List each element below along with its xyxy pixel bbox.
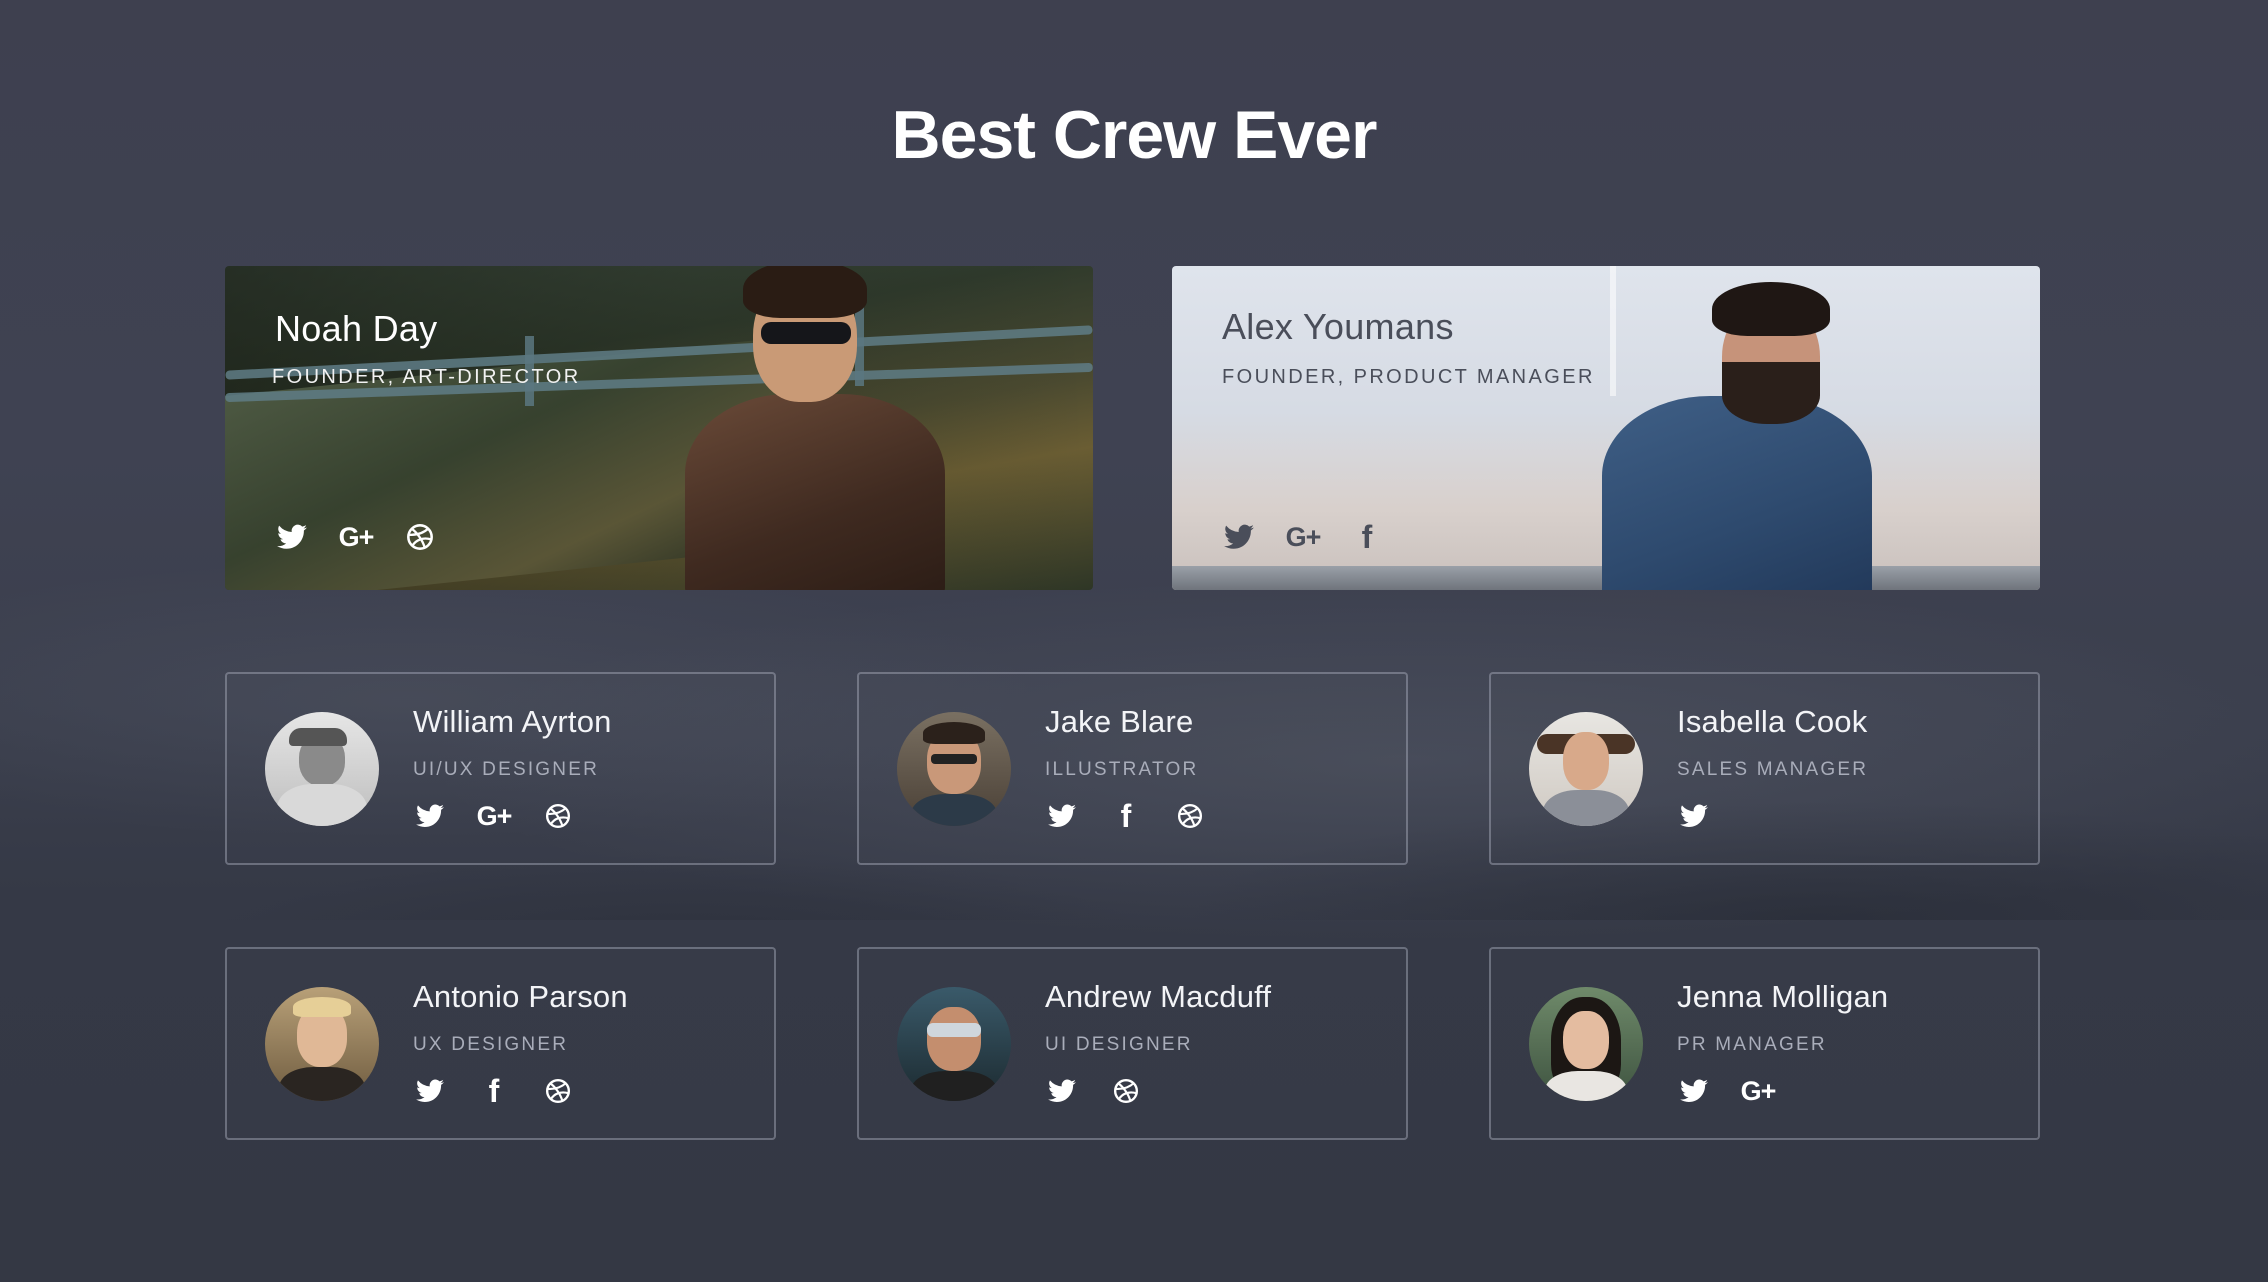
member-role: SALES MANAGER xyxy=(1677,759,1869,780)
member-name: Jake Blare xyxy=(1045,704,1194,739)
google-plus-icon[interactable]: G+ xyxy=(339,520,375,554)
member-role: UX DESIGNER xyxy=(413,1034,569,1055)
member-name: Isabella Cook xyxy=(1677,704,1868,739)
avatar xyxy=(1529,712,1643,826)
social-links xyxy=(1045,1074,1143,1108)
page-title: Best Crew Ever xyxy=(891,97,1378,173)
dribbble-icon[interactable] xyxy=(541,799,575,833)
social-links: G+ f xyxy=(1222,520,1384,554)
twitter-icon[interactable] xyxy=(1677,799,1711,833)
social-links: G+ xyxy=(1677,1074,1777,1108)
google-plus-icon[interactable]: G+ xyxy=(477,799,513,833)
dribbble-icon[interactable] xyxy=(1109,1074,1143,1108)
team-card: William Ayrton UI/UX DESIGNER G+ xyxy=(225,672,776,865)
member-role: ILLUSTRATOR xyxy=(1045,759,1199,780)
member-name: William Ayrton xyxy=(413,704,612,739)
member-role: UI/UX DESIGNER xyxy=(413,759,599,780)
member-role: PR MANAGER xyxy=(1677,1034,1827,1055)
avatar xyxy=(265,712,379,826)
google-plus-icon[interactable]: G+ xyxy=(1286,520,1322,554)
dribbble-icon[interactable] xyxy=(541,1074,575,1108)
avatar xyxy=(265,987,379,1101)
facebook-icon[interactable]: f xyxy=(1109,799,1143,833)
member-name: Alex Youmans xyxy=(1222,306,1454,347)
member-role: FOUNDER, ART-DIRECTOR xyxy=(272,366,581,388)
featured-card-alex-youmans: Alex Youmans FOUNDER, PRODUCT MANAGER G+… xyxy=(1172,266,2040,590)
twitter-icon[interactable] xyxy=(413,799,447,833)
member-role: FOUNDER, PRODUCT MANAGER xyxy=(1222,366,1595,388)
team-card: Isabella Cook SALES MANAGER xyxy=(1489,672,2040,865)
member-name: Antonio Parson xyxy=(413,979,628,1014)
portrait-photo xyxy=(1572,280,1902,590)
avatar xyxy=(1529,987,1643,1101)
social-links: G+ xyxy=(413,799,575,833)
team-card: Jake Blare ILLUSTRATOR f xyxy=(857,672,1408,865)
member-name: Jenna Molligan xyxy=(1677,979,1889,1014)
featured-card-noah-day: Noah Day FOUNDER, ART-DIRECTOR G+ xyxy=(225,266,1093,590)
team-card: Antonio Parson UX DESIGNER f xyxy=(225,947,776,1140)
dribbble-icon[interactable] xyxy=(403,520,437,554)
member-role: UI DESIGNER xyxy=(1045,1034,1193,1055)
facebook-icon[interactable]: f xyxy=(477,1074,511,1108)
avatar xyxy=(897,712,1011,826)
portrait-photo xyxy=(665,266,965,590)
twitter-icon[interactable] xyxy=(1677,1074,1711,1108)
google-plus-icon[interactable]: G+ xyxy=(1741,1074,1777,1108)
social-links: f xyxy=(1045,799,1207,833)
member-name: Noah Day xyxy=(275,308,438,349)
avatar xyxy=(897,987,1011,1101)
member-name: Andrew Macduff xyxy=(1045,979,1272,1014)
twitter-icon[interactable] xyxy=(275,520,309,554)
twitter-icon[interactable] xyxy=(413,1074,447,1108)
facebook-icon[interactable]: f xyxy=(1350,520,1384,554)
social-links xyxy=(1677,799,1711,833)
twitter-icon[interactable] xyxy=(1045,799,1079,833)
dribbble-icon[interactable] xyxy=(1173,799,1207,833)
social-links: G+ xyxy=(275,520,437,554)
team-card: Andrew Macduff UI DESIGNER xyxy=(857,947,1408,1140)
twitter-icon[interactable] xyxy=(1222,520,1256,554)
social-links: f xyxy=(413,1074,575,1108)
twitter-icon[interactable] xyxy=(1045,1074,1079,1108)
team-card: Jenna Molligan PR MANAGER G+ xyxy=(1489,947,2040,1140)
